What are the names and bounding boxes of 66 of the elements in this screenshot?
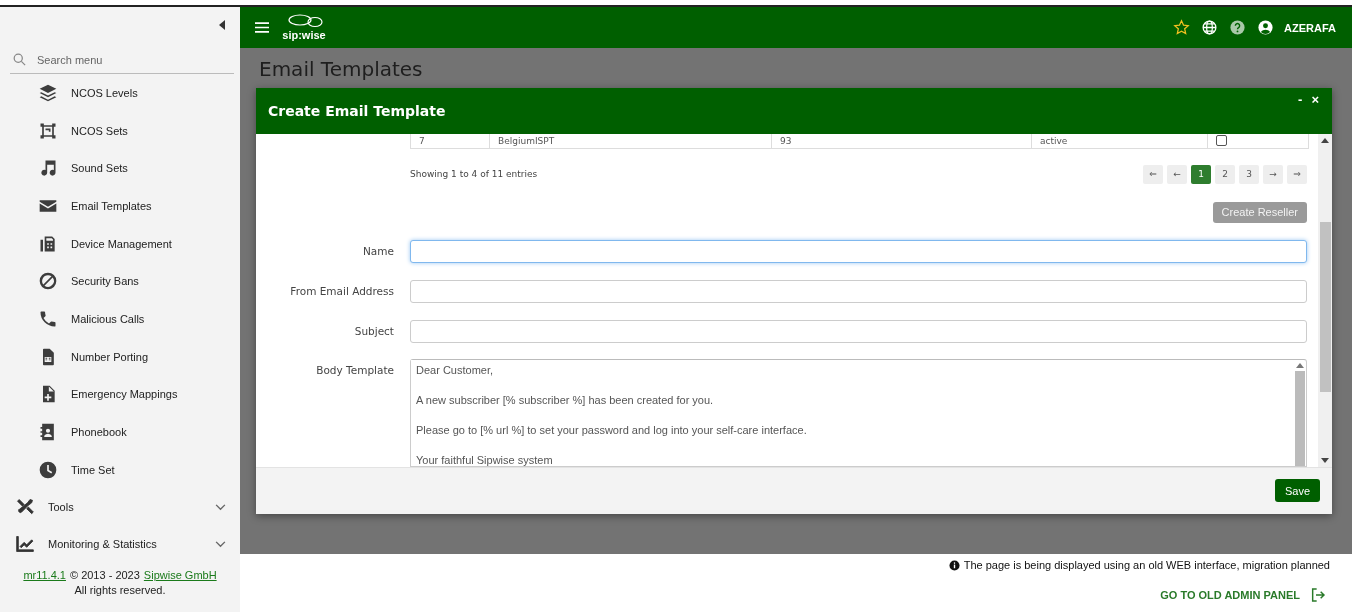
info-icon bbox=[948, 559, 960, 571]
page-button[interactable]: 2 bbox=[1215, 164, 1235, 184]
field-label: Name bbox=[362, 245, 394, 257]
page-button[interactable]: 3 bbox=[1239, 164, 1259, 184]
rights-text: All rights reserved. bbox=[73, 583, 167, 598]
menu-item[interactable]: Email Templates bbox=[0, 187, 240, 225]
dialog-title: Create Email Template bbox=[268, 102, 446, 119]
layers-icon bbox=[38, 82, 58, 103]
minimize-button[interactable]: - bbox=[1298, 92, 1303, 107]
search-icon bbox=[12, 52, 27, 67]
page-button[interactable]: → bbox=[1263, 164, 1283, 184]
entries-info: Showing 1 to 4 of 11 entries bbox=[410, 169, 538, 179]
user-name[interactable]: AZERAFA bbox=[1284, 21, 1336, 34]
scrollbar[interactable] bbox=[1318, 133, 1332, 467]
menu-item[interactable]: Phonebook bbox=[0, 413, 240, 451]
user-icon[interactable] bbox=[1257, 19, 1275, 36]
menu-group[interactable]: Tools bbox=[0, 488, 240, 526]
notice-text: The page is being displayed using an old WEB interface, migration planned bbox=[963, 559, 1330, 571]
help-icon[interactable] bbox=[1229, 19, 1247, 36]
table-cell: BelgiumISPT bbox=[490, 133, 772, 148]
old-admin-panel-link[interactable]: GO TO OLD ADMIN PANEL bbox=[1160, 587, 1330, 603]
field-label: From Email Address bbox=[289, 285, 394, 297]
ban-icon bbox=[38, 271, 58, 292]
menu-item[interactable]: Emergency Mappings bbox=[0, 375, 240, 414]
field-label: Body Template bbox=[315, 362, 394, 376]
page-button[interactable]: ⇒ bbox=[1287, 164, 1307, 184]
clock-icon bbox=[38, 459, 58, 480]
collapse-icon[interactable] bbox=[219, 20, 225, 30]
menu-item[interactable]: Time Set bbox=[0, 450, 240, 489]
page-button[interactable]: ⇐ bbox=[1143, 164, 1163, 184]
menu-item[interactable]: NCOS Sets bbox=[0, 111, 240, 150]
star-icon[interactable] bbox=[1173, 19, 1191, 36]
body-template-field[interactable]: Dear Customer, A new subscriber [% subscriber %] has been created for you. Please go to [% url %] to set your password and log into your self-care interface. Your faithful Sipwise system bbox=[410, 358, 1307, 467]
page-button[interactable]: 1 bbox=[1191, 164, 1211, 184]
menu-item[interactable]: Sound Sets bbox=[0, 149, 240, 188]
table-cell: 7 bbox=[411, 133, 490, 148]
scroll-up-icon[interactable] bbox=[1321, 137, 1329, 143]
globe-icon[interactable] bbox=[1201, 19, 1219, 36]
chart-icon bbox=[15, 534, 35, 555]
exit-icon bbox=[1310, 587, 1326, 603]
field-label: Subject bbox=[353, 325, 394, 337]
close-button[interactable]: × bbox=[1311, 92, 1319, 107]
save-button[interactable]: Save bbox=[1274, 479, 1320, 503]
table-cell: 93 bbox=[772, 133, 1032, 148]
input-field[interactable] bbox=[410, 319, 1307, 343]
search-field[interactable]: Search menu bbox=[35, 52, 219, 67]
menu-item[interactable]: NCOS Levels bbox=[0, 74, 240, 112]
logo[interactable]: sip:wise bbox=[279, 13, 329, 42]
input-field[interactable] bbox=[410, 279, 1307, 303]
menu-icon[interactable] bbox=[255, 22, 269, 33]
table-cell: active bbox=[1032, 133, 1208, 148]
music-note-icon bbox=[38, 158, 58, 179]
menu-item[interactable]: Device Management bbox=[0, 224, 240, 263]
scroll-up-icon[interactable] bbox=[1296, 362, 1304, 368]
menu-item[interactable]: Number Porting bbox=[0, 337, 240, 376]
menu-item[interactable]: Security Bans bbox=[0, 262, 240, 301]
company-link[interactable]: Sipwise GmbH bbox=[143, 568, 217, 583]
input-field[interactable] bbox=[410, 239, 1307, 263]
scroll-down-icon[interactable] bbox=[1321, 457, 1329, 463]
row-checkbox[interactable] bbox=[1216, 135, 1227, 146]
copyright-text: © 2013 - 2023 bbox=[69, 568, 140, 583]
menu-item[interactable]: Malicious Calls bbox=[0, 300, 240, 338]
page-button[interactable]: ← bbox=[1167, 164, 1187, 184]
page-title: Email Templates bbox=[258, 56, 424, 81]
menu-group[interactable]: Monitoring & Statistics bbox=[0, 525, 240, 563]
version-link[interactable]: mr11.4.1 bbox=[23, 568, 66, 583]
